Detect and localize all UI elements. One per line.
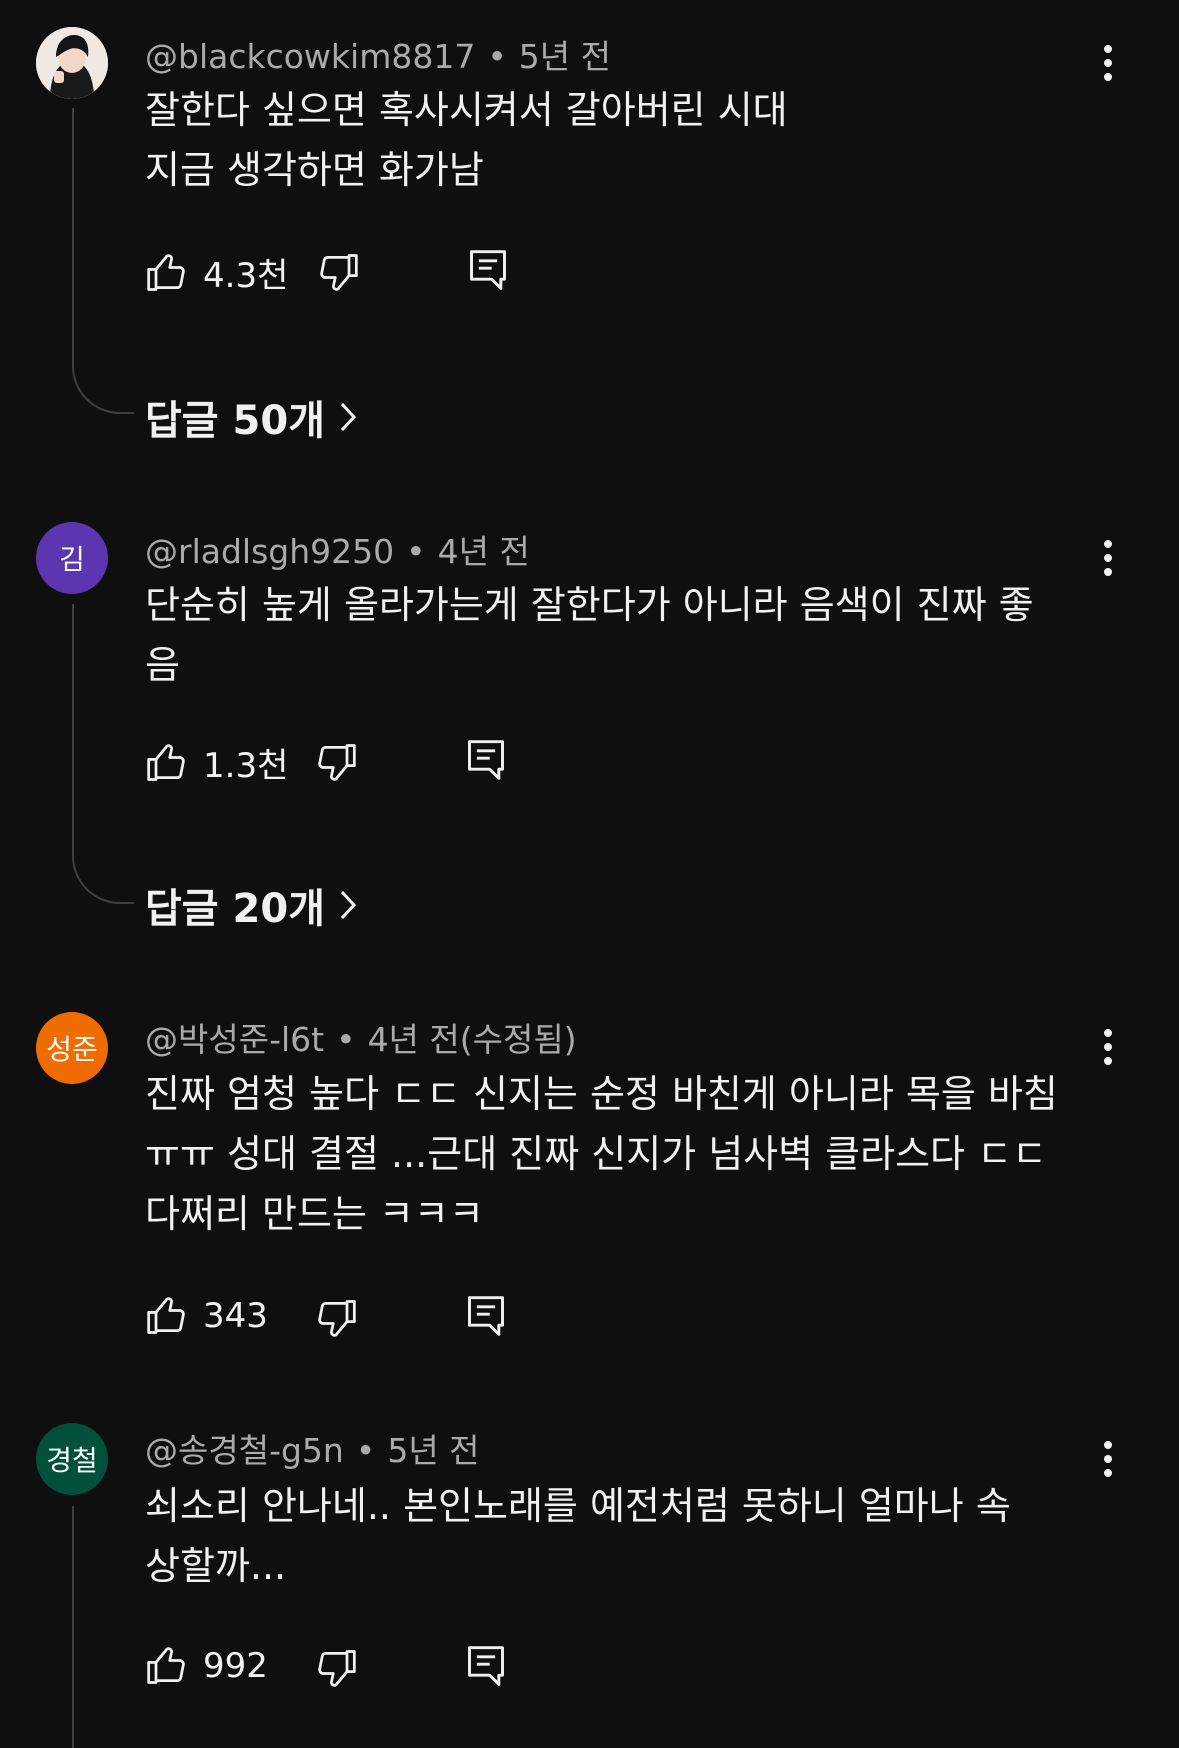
replies-label: 답글 20개 (145, 886, 325, 932)
thumb-up-icon (147, 1297, 185, 1334)
thread-line (72, 604, 134, 904)
like-count: 343 (203, 1296, 268, 1336)
comment-handle[interactable]: @rladlsgh9250 (145, 532, 394, 571)
dislike-button[interactable] (314, 1646, 358, 1690)
thumb-up-icon (147, 253, 185, 291)
reply-button[interactable] (464, 736, 508, 784)
meta-separator: • (406, 532, 426, 571)
comment-text: 단순히 높게 올라가는게 잘한다가 아니라 음색이 진짜 좋 음 (145, 583, 1034, 687)
thread-line (72, 108, 134, 414)
more-options-button[interactable] (1094, 1434, 1122, 1484)
like-button[interactable]: 4.3천 (145, 248, 288, 297)
meta-separator: • (336, 1020, 356, 1059)
thumb-down-icon (318, 744, 356, 781)
comment-text: 잘한다 싶으면 혹사시켜서 갈아버린 시대 지금 생각하면 화가남 (145, 88, 788, 192)
more-vert-icon (1104, 540, 1112, 576)
reply-button[interactable] (464, 1642, 508, 1690)
comment-time: 5년 전 (518, 37, 612, 76)
more-options-button[interactable] (1094, 1022, 1122, 1072)
more-vert-icon (1104, 45, 1112, 81)
comment-text: 쇠소리 안나네.. 본인노래를 예전처럼 못하니 얼마나 속 상할까... (145, 1484, 1011, 1588)
like-button[interactable]: 343 (145, 1294, 268, 1338)
thumb-down-icon (320, 254, 358, 291)
comment-meta: @blackcowkim8817 • 5년 전 (145, 30, 611, 78)
like-button[interactable]: 992 (145, 1644, 268, 1688)
comment-time: 5년 전 (387, 1431, 480, 1470)
like-count: 992 (203, 1646, 268, 1686)
view-replies-button[interactable]: 답글 20개 (145, 876, 357, 934)
thumb-down-icon (318, 1300, 356, 1337)
chevron-right-icon (340, 402, 357, 432)
avatar-photo-icon (36, 27, 108, 99)
avatar-initial: 경철 (46, 1444, 98, 1477)
more-vert-icon (1104, 1441, 1112, 1477)
comment-time: 4년 전(수정됨) (367, 1020, 577, 1059)
thumb-up-icon (147, 1647, 185, 1684)
dislike-button[interactable] (314, 740, 358, 784)
comment-meta: @rladlsgh9250 • 4년 전 (145, 525, 530, 573)
replies-label: 답글 50개 (145, 398, 325, 444)
reply-comment-icon (468, 740, 504, 780)
avatar[interactable] (36, 27, 108, 99)
reply-button[interactable] (464, 1292, 508, 1340)
avatar[interactable]: 김 (36, 522, 108, 594)
avatar-initial: 성준 (46, 1033, 98, 1066)
reply-comment-icon (468, 1646, 504, 1686)
more-vert-icon (1104, 1029, 1112, 1065)
thumb-down-icon (318, 1650, 356, 1687)
comment-time: 4년 전 (437, 532, 530, 571)
comment-handle[interactable]: @박성준-l6t (145, 1020, 324, 1059)
like-button[interactable]: 1.3천 (145, 738, 288, 787)
more-options-button[interactable] (1094, 533, 1122, 583)
reply-comment-icon (470, 250, 506, 290)
comment-text: 진짜 엄청 높다 ㄷㄷ 신지는 순정 바친게 아니라 목을 바침 ㅠㅠ 성대 결… (145, 1072, 1058, 1236)
reply-button[interactable] (466, 246, 510, 294)
thumb-up-icon (147, 743, 185, 781)
dislike-button[interactable] (316, 250, 360, 294)
comment-handle[interactable]: @blackcowkim8817 (145, 37, 475, 76)
avatar-initial: 김 (59, 543, 85, 576)
comment-meta: @박성준-l6t • 4년 전(수정됨) (145, 1013, 577, 1061)
avatar[interactable]: 성준 (36, 1012, 108, 1084)
meta-separator: • (355, 1431, 376, 1470)
meta-separator: • (487, 37, 507, 76)
like-count: 1.3천 (203, 746, 289, 786)
comment-meta: @송경철-g5n • 5년 전 (145, 1424, 480, 1472)
dislike-button[interactable] (314, 1296, 358, 1340)
more-options-button[interactable] (1094, 38, 1122, 88)
reply-comment-icon (468, 1296, 504, 1336)
comment-handle[interactable]: @송경철-g5n (145, 1431, 344, 1470)
view-replies-button[interactable]: 답글 50개 (145, 388, 357, 446)
chevron-right-icon (340, 890, 357, 920)
like-count: 4.3천 (203, 256, 289, 296)
thread-line (72, 1506, 134, 1748)
avatar[interactable]: 경철 (36, 1423, 108, 1495)
